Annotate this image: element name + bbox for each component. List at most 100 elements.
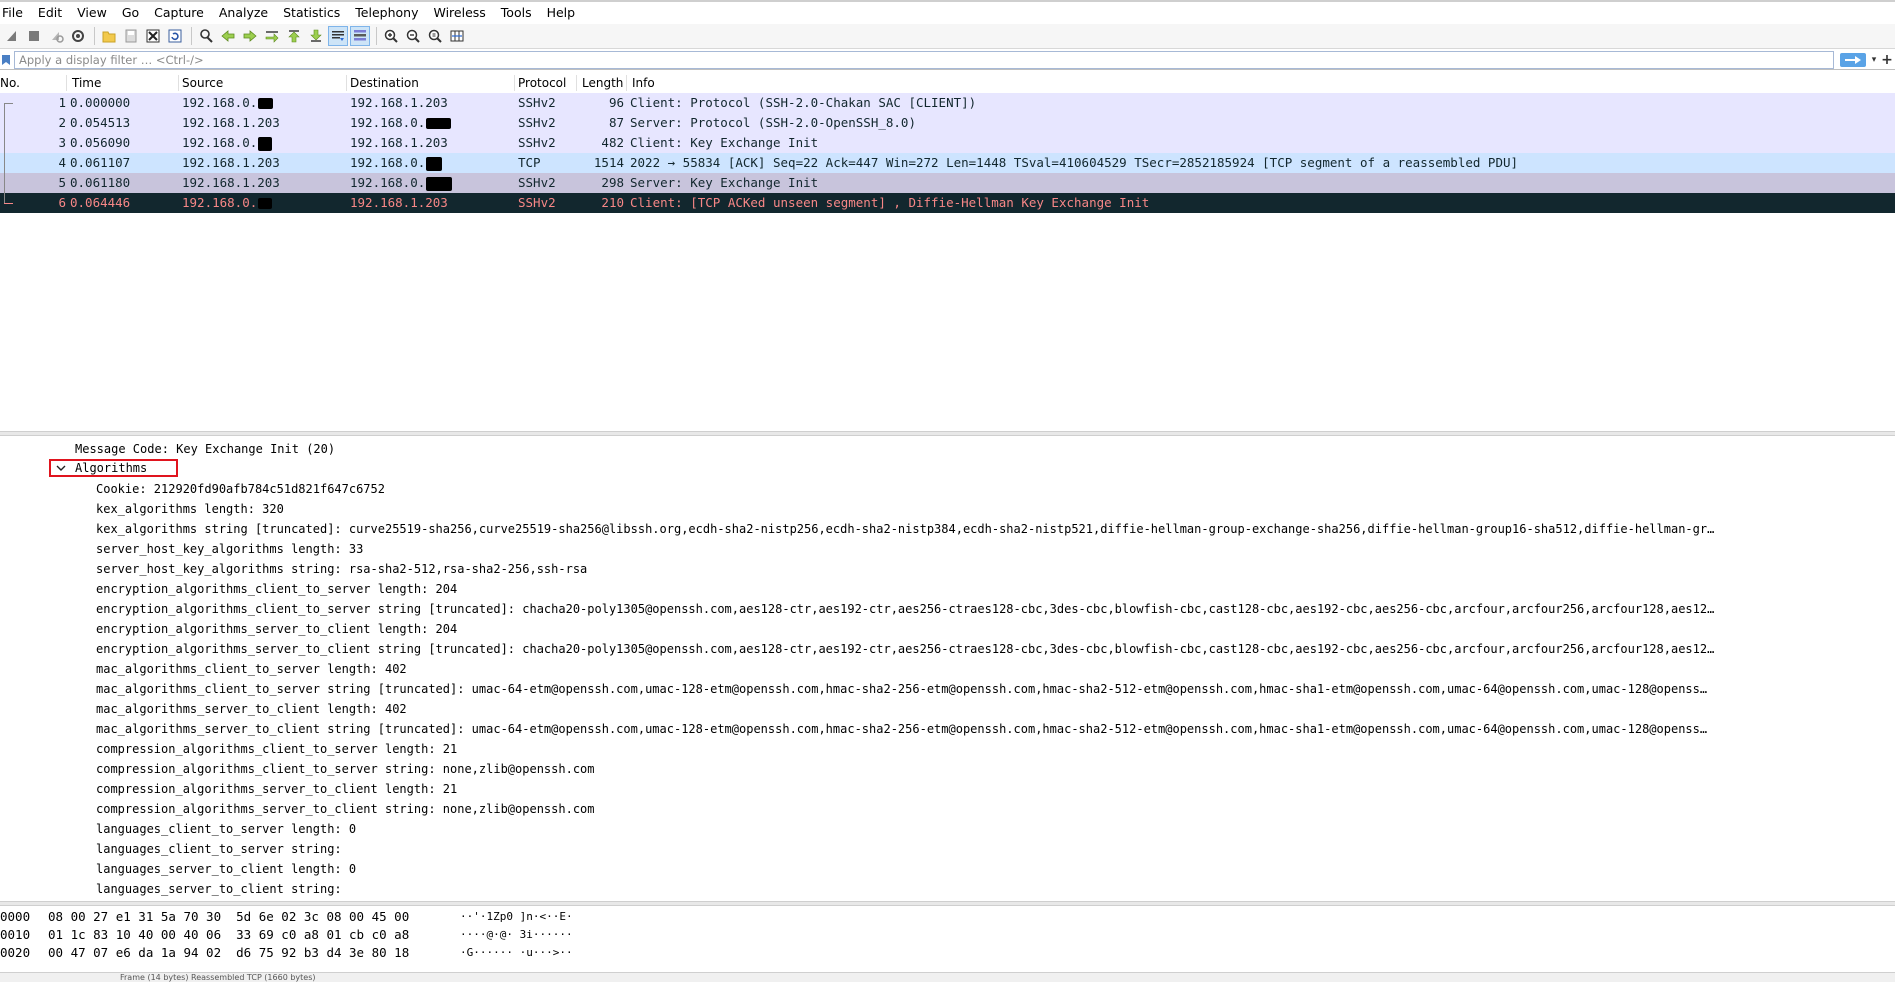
- packet-row-selected[interactable]: 6 0.064446 192.168.0. 192.168.1.203 SSHv…: [0, 193, 1895, 213]
- menu-bar: File Edit View Go Capture Analyze Statis…: [0, 0, 1895, 24]
- menu-help[interactable]: Help: [540, 3, 584, 23]
- column-header-protocol[interactable]: Protocol: [518, 72, 566, 94]
- packet-time: 0.054513: [70, 115, 131, 130]
- detail-field[interactable]: mac_algorithms_server_to_client length: …: [96, 699, 407, 719]
- column-divider: [66, 75, 67, 91]
- packet-destination-text: 192.168.0.: [350, 155, 426, 170]
- detail-field[interactable]: encryption_algorithms_server_to_client l…: [96, 619, 457, 639]
- reload-icon[interactable]: [165, 26, 185, 46]
- column-divider: [576, 75, 577, 91]
- menu-capture[interactable]: Capture: [147, 3, 212, 23]
- conversation-bracket-bottom: [4, 203, 13, 204]
- go-first-icon[interactable]: [284, 26, 304, 46]
- zoom-normal-icon[interactable]: [425, 26, 445, 46]
- detail-field[interactable]: kex_algorithms length: 320: [96, 499, 284, 519]
- close-file-icon[interactable]: [143, 26, 163, 46]
- column-divider: [626, 75, 627, 91]
- menu-statistics[interactable]: Statistics: [276, 3, 348, 23]
- detail-algorithms[interactable]: Algorithms: [75, 458, 147, 478]
- find-packet-icon[interactable]: [196, 26, 216, 46]
- go-back-icon[interactable]: [218, 26, 238, 46]
- packet-no: 3: [58, 135, 66, 150]
- packet-time: 0.064446: [70, 195, 131, 210]
- packet-source: 192.168.0.: [182, 133, 273, 153]
- packet-info: Client: Protocol (SSH-2.0-Chakan SAC [CL…: [630, 95, 977, 110]
- detail-field[interactable]: encryption_algorithms_client_to_server s…: [96, 599, 1714, 619]
- shark-fin-start-icon[interactable]: [2, 26, 22, 46]
- redaction-mark: [426, 156, 443, 171]
- detail-field[interactable]: Cookie: 212920fd90afb784c51d821f647c6752: [96, 479, 385, 499]
- packet-row[interactable]: 2 0.054513 192.168.1.203 192.168.0. SSHv…: [0, 113, 1895, 133]
- resize-columns-icon[interactable]: [447, 26, 467, 46]
- packet-destination: 192.168.0.: [350, 153, 443, 173]
- bookmark-icon[interactable]: [0, 52, 12, 68]
- detail-field[interactable]: encryption_algorithms_client_to_server l…: [96, 579, 457, 599]
- menu-wireless[interactable]: Wireless: [426, 3, 493, 23]
- packet-length: 298: [601, 175, 624, 190]
- redaction-mark: [426, 176, 453, 191]
- column-header-destination[interactable]: Destination: [350, 72, 419, 94]
- stop-icon[interactable]: [24, 26, 44, 46]
- detail-field[interactable]: mac_algorithms_client_to_server length: …: [96, 659, 407, 679]
- detail-field[interactable]: kex_algorithms string [truncated]: curve…: [96, 519, 1714, 539]
- menu-telephony[interactable]: Telephony: [348, 3, 426, 23]
- bytes-offset: 0000: [0, 909, 31, 924]
- menu-file[interactable]: File: [0, 3, 31, 23]
- menu-view[interactable]: View: [70, 3, 115, 23]
- packet-source: 192.168.0.: [182, 193, 273, 213]
- packet-destination: 192.168.1.203: [350, 135, 448, 150]
- redaction-mark: [258, 98, 274, 109]
- packet-source: 192.168.1.203: [182, 115, 280, 130]
- add-filter-button[interactable]: +: [1879, 52, 1895, 68]
- restart-icon[interactable]: [46, 26, 66, 46]
- detail-message-code[interactable]: Message Code: Key Exchange Init (20): [75, 439, 335, 459]
- detail-field[interactable]: languages_server_to_client length: 0: [96, 859, 356, 879]
- detail-field[interactable]: languages_client_to_server string:: [96, 839, 342, 859]
- detail-field[interactable]: mac_algorithms_client_to_server string […: [96, 679, 1707, 699]
- detail-field[interactable]: encryption_algorithms_server_to_client s…: [96, 639, 1714, 659]
- packet-row[interactable]: 5 0.061180 192.168.1.203 192.168.0. SSHv…: [0, 173, 1895, 193]
- detail-field[interactable]: compression_algorithms_client_to_server …: [96, 739, 457, 759]
- main-toolbar: [0, 24, 1895, 49]
- detail-field[interactable]: compression_algorithms_server_to_client …: [96, 799, 595, 819]
- colorize-icon[interactable]: [350, 26, 370, 46]
- pane-splitter[interactable]: [0, 431, 1895, 436]
- detail-field[interactable]: server_host_key_algorithms length: 33: [96, 539, 363, 559]
- packet-row[interactable]: 4 0.061107 192.168.1.203 192.168.0. TCP …: [0, 153, 1895, 173]
- zoom-out-icon[interactable]: [403, 26, 423, 46]
- zoom-in-icon[interactable]: [381, 26, 401, 46]
- detail-field[interactable]: server_host_key_algorithms string: rsa-s…: [96, 559, 587, 579]
- go-last-icon[interactable]: [306, 26, 326, 46]
- chevron-down-icon[interactable]: ▾: [1869, 55, 1879, 65]
- toolbar-separator: [191, 27, 192, 45]
- detail-field[interactable]: languages_server_to_client string:: [96, 879, 342, 899]
- go-to-packet-icon[interactable]: [262, 26, 282, 46]
- column-header-length[interactable]: Length: [582, 72, 623, 94]
- packet-destination: 192.168.1.203: [350, 195, 448, 210]
- display-filter-input[interactable]: [14, 50, 1834, 69]
- autoscroll-icon[interactable]: [328, 26, 348, 46]
- apply-filter-button[interactable]: [1840, 52, 1866, 67]
- save-file-icon[interactable]: [121, 26, 141, 46]
- menu-go[interactable]: Go: [115, 3, 147, 23]
- detail-field[interactable]: mac_algorithms_server_to_client string […: [96, 719, 1707, 739]
- column-header-no[interactable]: No.: [0, 72, 20, 94]
- column-header-info[interactable]: Info: [632, 72, 655, 94]
- menu-edit[interactable]: Edit: [31, 3, 70, 23]
- capture-options-icon[interactable]: [68, 26, 88, 46]
- column-header-time[interactable]: Time: [72, 72, 101, 94]
- detail-field[interactable]: compression_algorithms_client_to_server …: [96, 759, 595, 779]
- column-header-source[interactable]: Source: [182, 72, 223, 94]
- detail-field[interactable]: languages_client_to_server length: 0: [96, 819, 356, 839]
- bytes-ascii: ··'·1Zp0 ]n·<··E·: [460, 910, 573, 923]
- bytes-ascii: ····@·@· 3i······: [460, 928, 573, 941]
- menu-analyze[interactable]: Analyze: [212, 3, 276, 23]
- detail-field[interactable]: compression_algorithms_server_to_client …: [96, 779, 457, 799]
- open-file-icon[interactable]: [99, 26, 119, 46]
- go-forward-icon[interactable]: [240, 26, 260, 46]
- packet-row[interactable]: 3 0.056090 192.168.0. 192.168.1.203 SSHv…: [0, 133, 1895, 153]
- packet-info: Client: Key Exchange Init: [630, 135, 819, 150]
- packet-row[interactable]: 1 0.000000 192.168.0. 192.168.1.203 SSHv…: [0, 93, 1895, 113]
- chevron-down-icon[interactable]: [55, 462, 67, 474]
- menu-tools[interactable]: Tools: [494, 3, 540, 23]
